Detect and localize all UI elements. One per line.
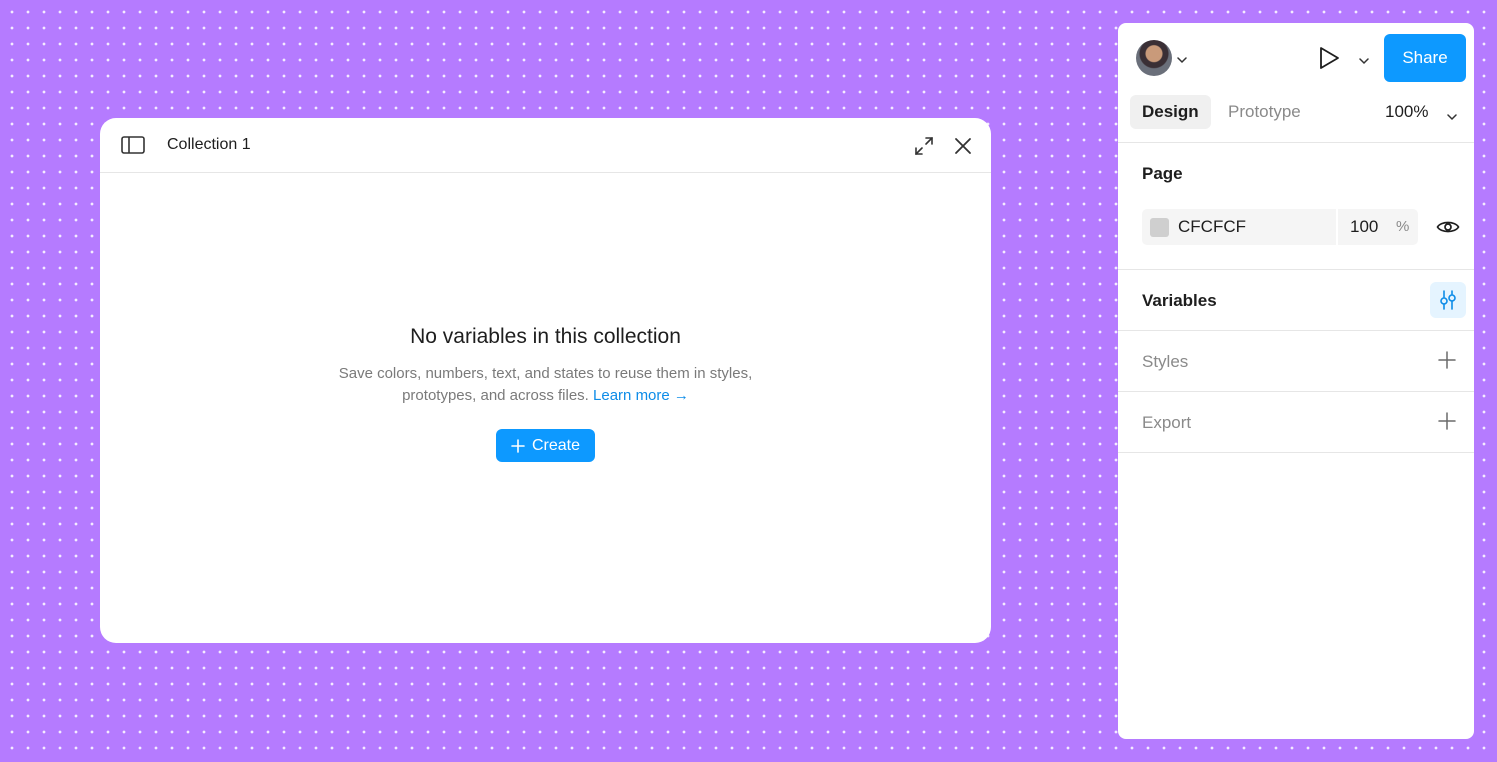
present-play-icon[interactable] [1316, 45, 1342, 71]
styles-section-title: Styles [1142, 352, 1189, 371]
zoom-level[interactable]: 100% [1385, 102, 1428, 122]
color-swatch[interactable] [1150, 218, 1169, 237]
empty-state-description: Save colors, numbers, text, and states t… [326, 363, 766, 407]
divider [1118, 330, 1474, 331]
tab-prototype[interactable]: Prototype [1216, 95, 1313, 129]
divider [1118, 269, 1474, 270]
page-section-title: Page [1142, 164, 1183, 183]
export-section-title: Export [1142, 413, 1192, 432]
chevron-down-icon[interactable] [1359, 52, 1369, 70]
field-separator [1336, 209, 1338, 245]
variables-modal: Collection 1 No variables in this collec… [100, 118, 991, 643]
sidebar-toggle-icon[interactable] [120, 134, 146, 156]
add-style-plus-icon[interactable] [1436, 349, 1458, 371]
share-button[interactable]: Share [1384, 34, 1466, 82]
empty-state-title: No variables in this collection [410, 325, 681, 348]
learn-more-link[interactable]: Learn more → [593, 387, 689, 404]
opacity-input[interactable]: 100 [1350, 217, 1378, 237]
modal-title: Collection 1 [167, 136, 251, 153]
empty-state-text: Save colors, numbers, text, and states t… [338, 365, 753, 404]
add-export-plus-icon[interactable] [1436, 410, 1458, 432]
create-variable-button[interactable]: Create [496, 429, 595, 462]
variables-section-title: Variables [1142, 291, 1217, 310]
empty-state: No variables in this collection Save col… [100, 323, 991, 462]
opacity-unit: % [1396, 218, 1410, 235]
chevron-down-icon[interactable] [1177, 51, 1187, 69]
create-button-label: Create [531, 436, 581, 454]
variables-adjust-icon[interactable] [1430, 282, 1466, 318]
properties-panel: Share Design Prototype 100% Page CFCFCF … [1118, 23, 1474, 739]
page-color-field: CFCFCF 100 % [1142, 209, 1418, 245]
expand-icon[interactable] [912, 134, 936, 158]
plus-icon [511, 438, 525, 453]
close-icon[interactable] [951, 134, 975, 158]
hex-color-input[interactable]: CFCFCF [1178, 217, 1246, 237]
eye-icon[interactable] [1435, 217, 1461, 237]
tab-design[interactable]: Design [1130, 95, 1211, 129]
divider [1118, 142, 1474, 143]
chevron-down-icon[interactable] [1447, 108, 1457, 126]
divider [1118, 452, 1474, 453]
modal-header: Collection 1 [100, 118, 991, 173]
user-avatar[interactable] [1136, 40, 1172, 76]
divider [1118, 391, 1474, 392]
